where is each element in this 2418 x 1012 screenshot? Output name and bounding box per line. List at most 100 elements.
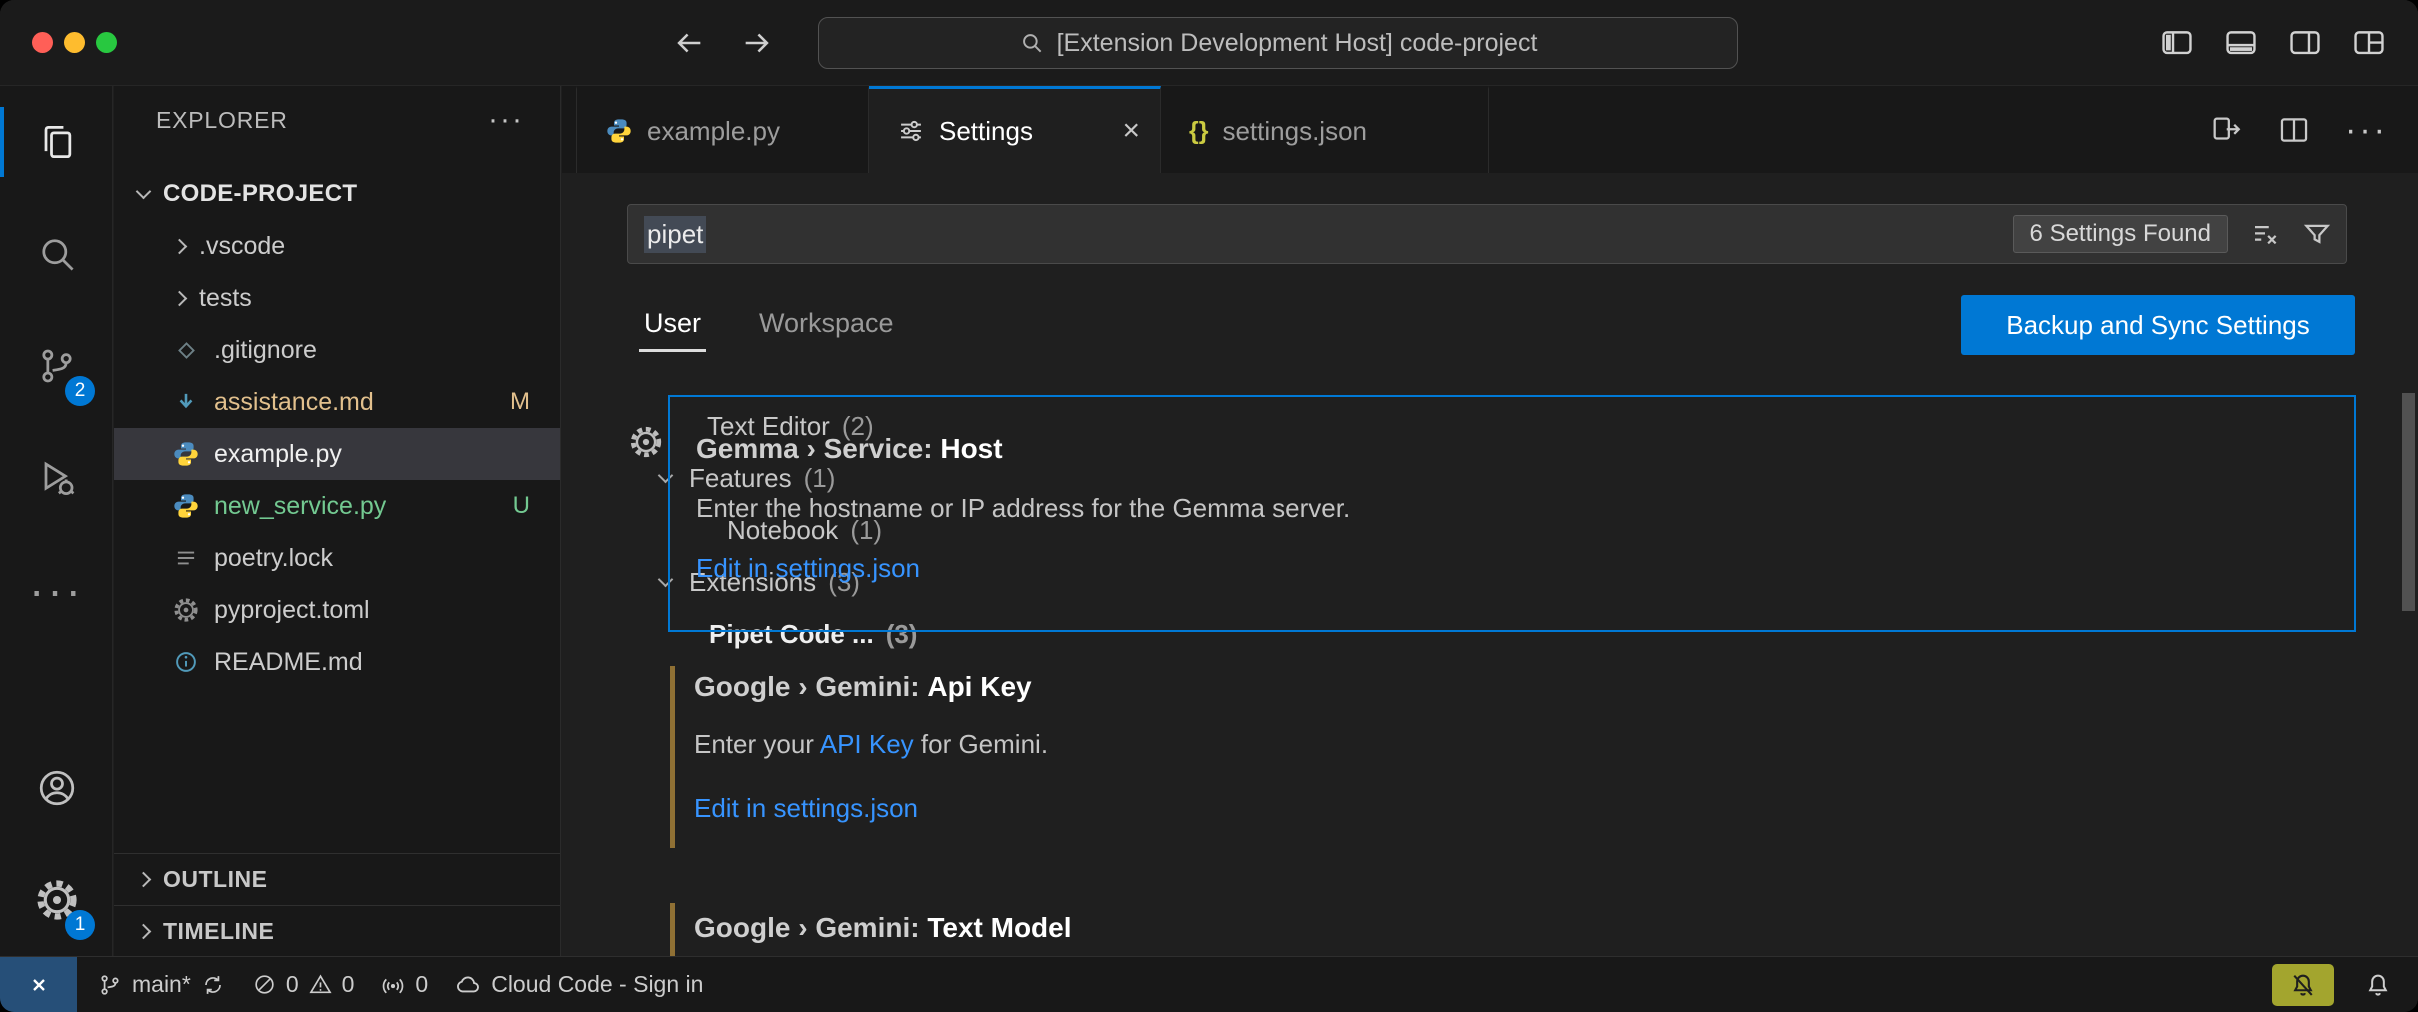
settings-search-value: pipet	[644, 216, 706, 253]
bell-slash-icon	[2289, 971, 2317, 999]
do-not-disturb-badge[interactable]	[2272, 964, 2334, 1006]
editor-area: example.py Settings × {} settings.json	[562, 86, 2418, 956]
status-bar: main* 0 0 0 Cloud Code - Sign i	[0, 956, 2418, 1012]
setting-google-gemini-api-key[interactable]: Google › Gemini: Api Key Enter your API …	[668, 663, 2356, 853]
titlebar: [Extension Development Host] code-projec…	[0, 0, 2418, 86]
chevron-right-icon	[172, 290, 188, 306]
tab-settings[interactable]: Settings ×	[869, 86, 1161, 173]
editor-tab-bar: example.py Settings × {} settings.json	[562, 86, 2418, 173]
chevron-right-icon	[136, 924, 152, 940]
timeline-section[interactable]: TIMELINE	[114, 905, 560, 957]
toggle-primary-sidebar-icon[interactable]	[2158, 26, 2196, 60]
toml-gear-icon	[172, 597, 200, 623]
edit-in-settings-json-link[interactable]: Edit in settings.json	[694, 793, 918, 824]
error-icon	[252, 972, 277, 997]
maximize-window-button[interactable]	[96, 32, 117, 53]
git-file-icon	[172, 338, 200, 363]
split-editor-icon[interactable]	[2277, 113, 2311, 147]
close-icon[interactable]: ×	[1122, 116, 1140, 146]
explorer-more-actions-icon[interactable]: ···	[488, 115, 524, 125]
outline-section[interactable]: OUTLINE	[114, 853, 560, 905]
activity-accounts[interactable]	[0, 732, 113, 844]
api-key-link[interactable]: API Key	[820, 729, 914, 759]
search-icon	[35, 232, 79, 276]
more-actions-icon[interactable]: ···	[2345, 120, 2388, 140]
activity-source-control[interactable]: 2	[0, 310, 113, 422]
scope-tab-user[interactable]: User	[639, 294, 706, 352]
files-icon	[35, 120, 79, 164]
open-changes-icon[interactable]	[2209, 113, 2243, 147]
tree-item-vscode[interactable]: .vscode	[114, 220, 560, 272]
tree-item-assistance-md[interactable]: assistance.md M	[114, 376, 560, 428]
tree-item-gitignore[interactable]: .gitignore	[114, 324, 560, 376]
tab-settings-json[interactable]: {} settings.json	[1161, 86, 1489, 173]
ports-status[interactable]: 0	[380, 971, 428, 998]
tab-example-py[interactable]: example.py	[576, 86, 869, 173]
setting-title: Google › Gemini: Api Key	[694, 671, 1032, 703]
backup-sync-settings-button[interactable]: Backup and Sync Settings	[1961, 295, 2355, 355]
lock-file-icon	[172, 545, 200, 571]
notifications-bell-icon[interactable]	[2364, 971, 2392, 999]
modified-indicator	[670, 903, 675, 956]
tree-item-pyproject-toml[interactable]: pyproject.toml	[114, 584, 560, 636]
forward-arrow-icon[interactable]	[740, 26, 774, 60]
sync-changes-icon[interactable]	[200, 972, 226, 998]
more-icon: ···	[29, 580, 84, 600]
git-branch-status[interactable]: main*	[97, 971, 226, 998]
explorer-title: EXPLORER	[156, 107, 288, 134]
window-controls	[32, 32, 117, 53]
problems-status[interactable]: 0 0	[252, 971, 355, 998]
explorer-sidebar: EXPLORER ··· CODE-PROJECT .vscode tests …	[114, 86, 561, 956]
search-icon	[1019, 30, 1045, 56]
settings-count-badge: 6 Settings Found	[2013, 215, 2228, 253]
tab-label: example.py	[647, 116, 780, 147]
setting-google-gemini-text-model[interactable]: Google › Gemini: Text Model	[668, 900, 2356, 956]
settings-search-input[interactable]: pipet 6 Settings Found	[627, 204, 2347, 264]
remote-indicator[interactable]	[0, 957, 77, 1012]
setting-title: Google › Gemini: Text Model	[694, 912, 1072, 944]
edit-in-settings-json-link[interactable]: Edit in settings.json	[696, 553, 920, 584]
warning-icon	[308, 972, 333, 997]
settings-sliders-icon	[897, 117, 925, 145]
broadcast-icon	[380, 972, 406, 998]
filter-icon[interactable]	[2302, 219, 2332, 249]
json-braces-icon: {}	[1189, 117, 1208, 146]
manage-badge: 1	[65, 910, 95, 940]
scope-tab-workspace[interactable]: Workspace	[754, 294, 899, 352]
customize-layout-icon[interactable]	[2350, 26, 2388, 60]
chevron-right-icon	[172, 238, 188, 254]
tree-item-new-service-py[interactable]: new_service.py U	[114, 480, 560, 532]
clear-settings-search-icon[interactable]	[2250, 219, 2280, 249]
scrollbar-thumb[interactable]	[2402, 393, 2415, 611]
source-control-badge: 2	[65, 376, 95, 406]
tree-root-code-project[interactable]: CODE-PROJECT	[114, 168, 560, 220]
git-untracked-badge: U	[513, 492, 530, 520]
activity-run-debug[interactable]	[0, 422, 113, 534]
tab-label: settings.json	[1222, 116, 1367, 147]
minimize-window-button[interactable]	[64, 32, 85, 53]
tree-item-readme-md[interactable]: README.md	[114, 636, 560, 688]
activity-search[interactable]	[0, 198, 113, 310]
toggle-panel-icon[interactable]	[2222, 26, 2260, 60]
run-debug-icon	[35, 456, 79, 500]
activity-manage[interactable]: 1	[0, 844, 113, 956]
setting-description: Enter the hostname or IP address for the…	[696, 493, 1350, 524]
tree-item-tests[interactable]: tests	[114, 272, 560, 324]
tab-label: Settings	[939, 116, 1033, 147]
vscode-window: [Extension Development Host] code-projec…	[0, 0, 2418, 1012]
activity-explorer[interactable]	[0, 86, 113, 198]
setting-actions-gear-icon[interactable]	[629, 425, 663, 459]
cloud-code-status[interactable]: Cloud Code - Sign in	[454, 971, 703, 999]
back-arrow-icon[interactable]	[672, 26, 706, 60]
close-window-button[interactable]	[32, 32, 53, 53]
activity-more[interactable]: ···	[0, 534, 113, 646]
file-tree: CODE-PROJECT .vscode tests .gitignore	[114, 168, 560, 688]
setting-description: Enter your API Key for Gemini.	[694, 729, 1048, 760]
modified-indicator	[670, 666, 675, 848]
setting-gemma-service-host[interactable]: Gemma › Service: Host Enter the hostname…	[668, 395, 2356, 632]
toggle-secondary-sidebar-icon[interactable]	[2286, 26, 2324, 60]
command-center-search[interactable]: [Extension Development Host] code-projec…	[818, 17, 1738, 69]
python-file-icon	[172, 440, 200, 468]
tree-item-example-py[interactable]: example.py	[114, 428, 560, 480]
tree-item-poetry-lock[interactable]: poetry.lock	[114, 532, 560, 584]
